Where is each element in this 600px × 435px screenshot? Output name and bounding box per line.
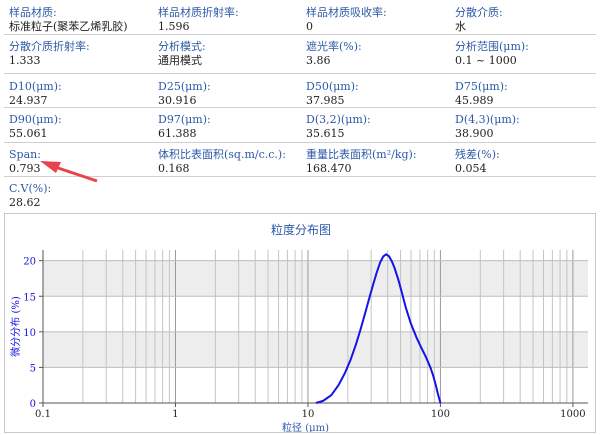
row-divider xyxy=(4,34,596,35)
param-cell: D50(μm): 37.985 xyxy=(306,80,359,108)
x-tick-label: 0.1 xyxy=(35,409,51,420)
param-label: 样品材质吸收率: xyxy=(306,6,387,19)
param-label: D(4,3)(μm): xyxy=(455,113,520,126)
x-tick-label: 1 xyxy=(172,409,178,420)
y-tick-label: 20 xyxy=(23,257,36,268)
param-label: 分析范围(μm): xyxy=(455,40,529,53)
param-value: 3.86 xyxy=(306,54,331,67)
parameter-panel: 样品材质: 标准粒子(聚苯乙烯乳胶) 样品材质折射率: 1.596 样品材质吸收率: 0 分… xyxy=(0,0,600,213)
param-value: 0.793 xyxy=(9,162,41,175)
x-tick-label: 10 xyxy=(302,409,315,420)
param-value: 38.900 xyxy=(455,127,494,140)
param-cell: 分析模式: 通用模式 xyxy=(158,40,206,68)
param-cell: D97(μm): 61.388 xyxy=(158,113,211,141)
particle-size-chart: 051015200.1 1 10 100 1000粒径 (μm)微分分布 (%) xyxy=(9,250,588,432)
param-label: Span: xyxy=(9,148,41,161)
param-cell: D(4,3)(μm): 38.900 xyxy=(455,113,520,141)
y-tick-label: 15 xyxy=(23,292,36,303)
param-value: 24.937 xyxy=(9,94,48,107)
param-value: 37.985 xyxy=(306,94,345,107)
param-label: 分析模式: xyxy=(158,40,206,53)
param-label: D75(μm): xyxy=(455,80,508,93)
grid-band xyxy=(43,260,588,297)
param-cell: 样品材质: 标准粒子(聚苯乙烯乳胶) xyxy=(9,6,128,34)
param-cell: 分散介质: 水 xyxy=(455,6,503,34)
x-tick-label: 100 xyxy=(431,409,450,420)
param-label: D25(μm): xyxy=(158,80,211,93)
param-label: 分散介质折射率: xyxy=(9,40,90,53)
y-tick-label: 5 xyxy=(30,363,36,374)
param-value: 168.470 xyxy=(306,162,352,175)
param-value: 0.054 xyxy=(455,162,487,175)
param-cell: 分析范围(μm): 0.1 ~ 1000 xyxy=(455,40,529,68)
param-value: 45.989 xyxy=(455,94,494,107)
row-divider xyxy=(4,73,596,74)
param-value: 28.62 xyxy=(9,196,41,209)
param-value: 水 xyxy=(455,20,466,33)
grid-band xyxy=(43,250,588,261)
param-cell: 样品材质吸收率: 0 xyxy=(306,6,387,34)
y-axis-label: 微分分布 (%) xyxy=(9,296,22,357)
param-cell: D(3,2)(μm): 35.615 xyxy=(306,113,371,141)
param-label: 体积比表面积(sq.m/c.c.): xyxy=(158,148,286,161)
param-label: 重量比表面积(m²/kg): xyxy=(306,148,417,161)
param-value: 55.061 xyxy=(9,127,48,140)
param-value: 61.388 xyxy=(158,127,197,140)
param-label: C.V(%): xyxy=(9,182,52,195)
param-cell: D25(μm): 30.916 xyxy=(158,80,211,108)
param-value: 1.333 xyxy=(9,54,41,67)
param-value: 30.916 xyxy=(158,94,197,107)
x-axis-label: 粒径 (μm) xyxy=(282,421,329,432)
param-label: D(3,2)(μm): xyxy=(306,113,371,126)
param-cell: Span: 0.793 xyxy=(9,148,41,176)
param-cell: D10(μm): 24.937 xyxy=(9,80,62,108)
param-cell: 分散介质折射率: 1.333 xyxy=(9,40,90,68)
param-value: 标准粒子(聚苯乙烯乳胶) xyxy=(9,20,128,33)
row-divider xyxy=(4,176,596,177)
param-label: D97(μm): xyxy=(158,113,211,126)
param-value: 0.168 xyxy=(158,162,190,175)
param-cell: 体积比表面积(sq.m/c.c.): 0.168 xyxy=(158,148,286,176)
param-cell: D75(μm): 45.989 xyxy=(455,80,508,108)
chart-panel: 粒度分布图 0 5 10 15 20 0.1 1 10 100 1000 粒径 (μm) 微分分布 (… xyxy=(4,213,596,433)
param-cell: D90(μm): 55.061 xyxy=(9,113,62,141)
x-tick-label: 1000 xyxy=(560,409,585,420)
param-label: 遮光率(%): xyxy=(306,40,362,53)
param-label: D50(μm): xyxy=(306,80,359,93)
param-cell: 样品材质折射率: 1.596 xyxy=(158,6,239,34)
param-value: 1.596 xyxy=(158,20,190,33)
grid-band xyxy=(43,331,588,368)
param-value: 0 xyxy=(306,20,313,33)
param-value: 通用模式 xyxy=(158,54,202,67)
y-tick-label: 10 xyxy=(23,328,36,339)
param-label: D10(μm): xyxy=(9,80,62,93)
row-divider xyxy=(4,142,596,143)
param-value: 35.615 xyxy=(306,127,345,140)
param-label: 样品材质: xyxy=(9,6,57,19)
param-cell: C.V(%): 28.62 xyxy=(9,182,51,210)
param-label: 分散介质: xyxy=(455,6,503,19)
param-cell: 重量比表面积(m²/kg): 168.470 xyxy=(306,148,417,176)
param-cell: 残差(%): 0.054 xyxy=(455,148,500,176)
param-label: 残差(%): xyxy=(455,148,500,161)
param-cell: 遮光率(%): 3.86 xyxy=(306,40,362,68)
param-label: 样品材质折射率: xyxy=(158,6,239,19)
param-label: D90(μm): xyxy=(9,113,62,126)
param-value: 0.1 ~ 1000 xyxy=(455,54,517,67)
